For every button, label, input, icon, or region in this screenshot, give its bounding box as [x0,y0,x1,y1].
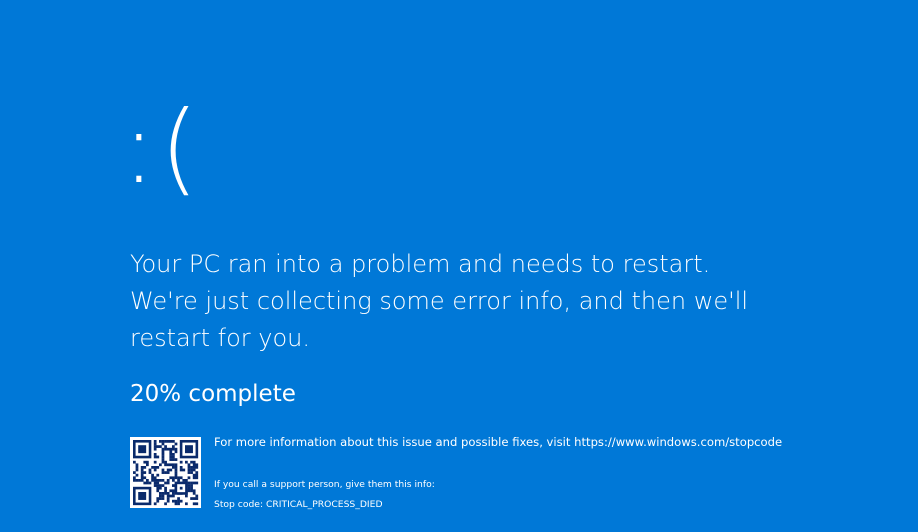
stop-code-text: Stop code: CRITICAL_PROCESS_DIED [214,499,383,510]
progress-text: 20% complete [130,381,296,407]
error-message: Your PC ran into a problem and needs to … [130,250,749,352]
support-info-text: If you call a support person, give them … [214,479,435,490]
qr-code-icon [130,437,201,508]
qr-code-graphic [133,440,199,506]
more-info-text: For more information about this issue an… [214,435,783,449]
sad-face-emoticon: :( [122,89,203,206]
